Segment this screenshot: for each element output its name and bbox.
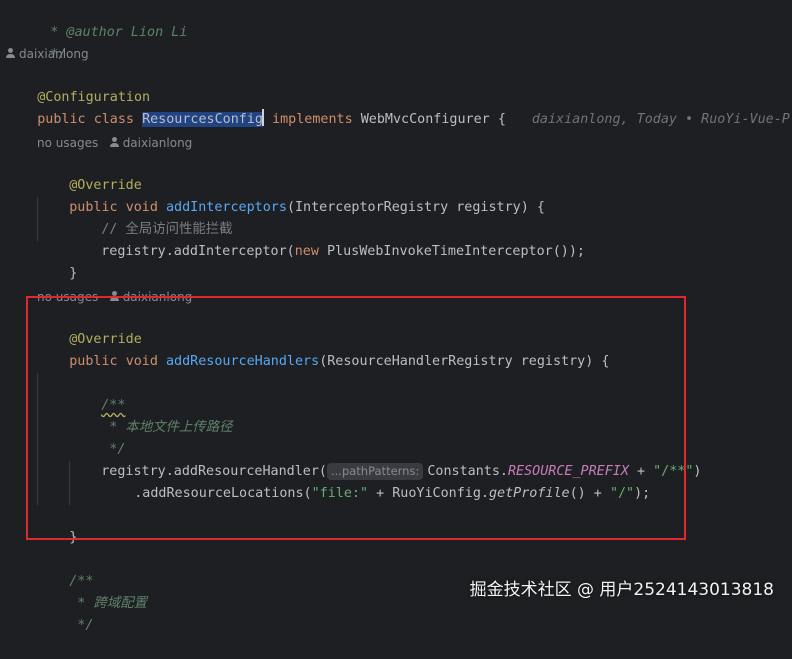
- interface-name: WebMvcConfigurer: [360, 112, 490, 127]
- interceptor-instance: PlusWebInvokeTimeInterceptor());: [318, 244, 585, 259]
- add-interceptor-call: registry.addInterceptor(: [101, 244, 295, 259]
- code-line: * @author Lion Li: [10, 0, 187, 40]
- code-line: /**: [37, 549, 93, 589]
- method1-usage-hint[interactable]: no usages daixianlong: [37, 133, 192, 153]
- code-line: * 跨域配置: [37, 571, 147, 611]
- keyword-class: class: [93, 112, 134, 127]
- code-line: registry.addInterceptor(new PlusWebInvok…: [69, 219, 585, 259]
- method1-usages: no usages: [37, 136, 99, 150]
- highlight-annotation-box: [26, 296, 686, 540]
- class-open-brace: {: [497, 112, 506, 127]
- person-icon: [109, 136, 120, 148]
- code-line: @Override: [37, 153, 142, 193]
- class-declaration-line: public class ResourcesConfig implements …: [5, 87, 792, 127]
- class-author-name: daixianlong: [19, 47, 89, 61]
- method1-signature: public void addInterceptors(InterceptorR…: [37, 175, 545, 215]
- code-line: // 全局访问性能拦截: [69, 197, 232, 237]
- code-line: */: [37, 593, 93, 633]
- method1-params: (InterceptorRegistry registry) {: [286, 200, 545, 215]
- class-author-hint[interactable]: daixianlong: [6, 44, 89, 64]
- keyword-new: new: [294, 244, 319, 259]
- text-caret: [262, 109, 264, 126]
- javadoc-close: */: [69, 618, 94, 633]
- person-icon: [6, 47, 16, 59]
- class-name-selected[interactable]: ResourcesConfig: [142, 112, 263, 127]
- inline-git-blame[interactable]: daixianlong, Today • RuoYi-Vue-Plus文: [532, 112, 792, 127]
- keyword-public: public: [37, 112, 86, 127]
- method1-close-brace: }: [69, 266, 78, 281]
- keyword-implements: implements: [272, 112, 353, 127]
- watermark: 掘金技术社区 @ 用户2524143013818: [469, 580, 774, 600]
- code-line: @Configuration: [5, 65, 150, 105]
- code-line: }: [37, 241, 77, 281]
- indent-guide: [37, 197, 38, 241]
- code-line: */: [10, 22, 66, 62]
- method1-author: daixianlong: [122, 136, 193, 150]
- handler-close-paren: ): [693, 464, 702, 479]
